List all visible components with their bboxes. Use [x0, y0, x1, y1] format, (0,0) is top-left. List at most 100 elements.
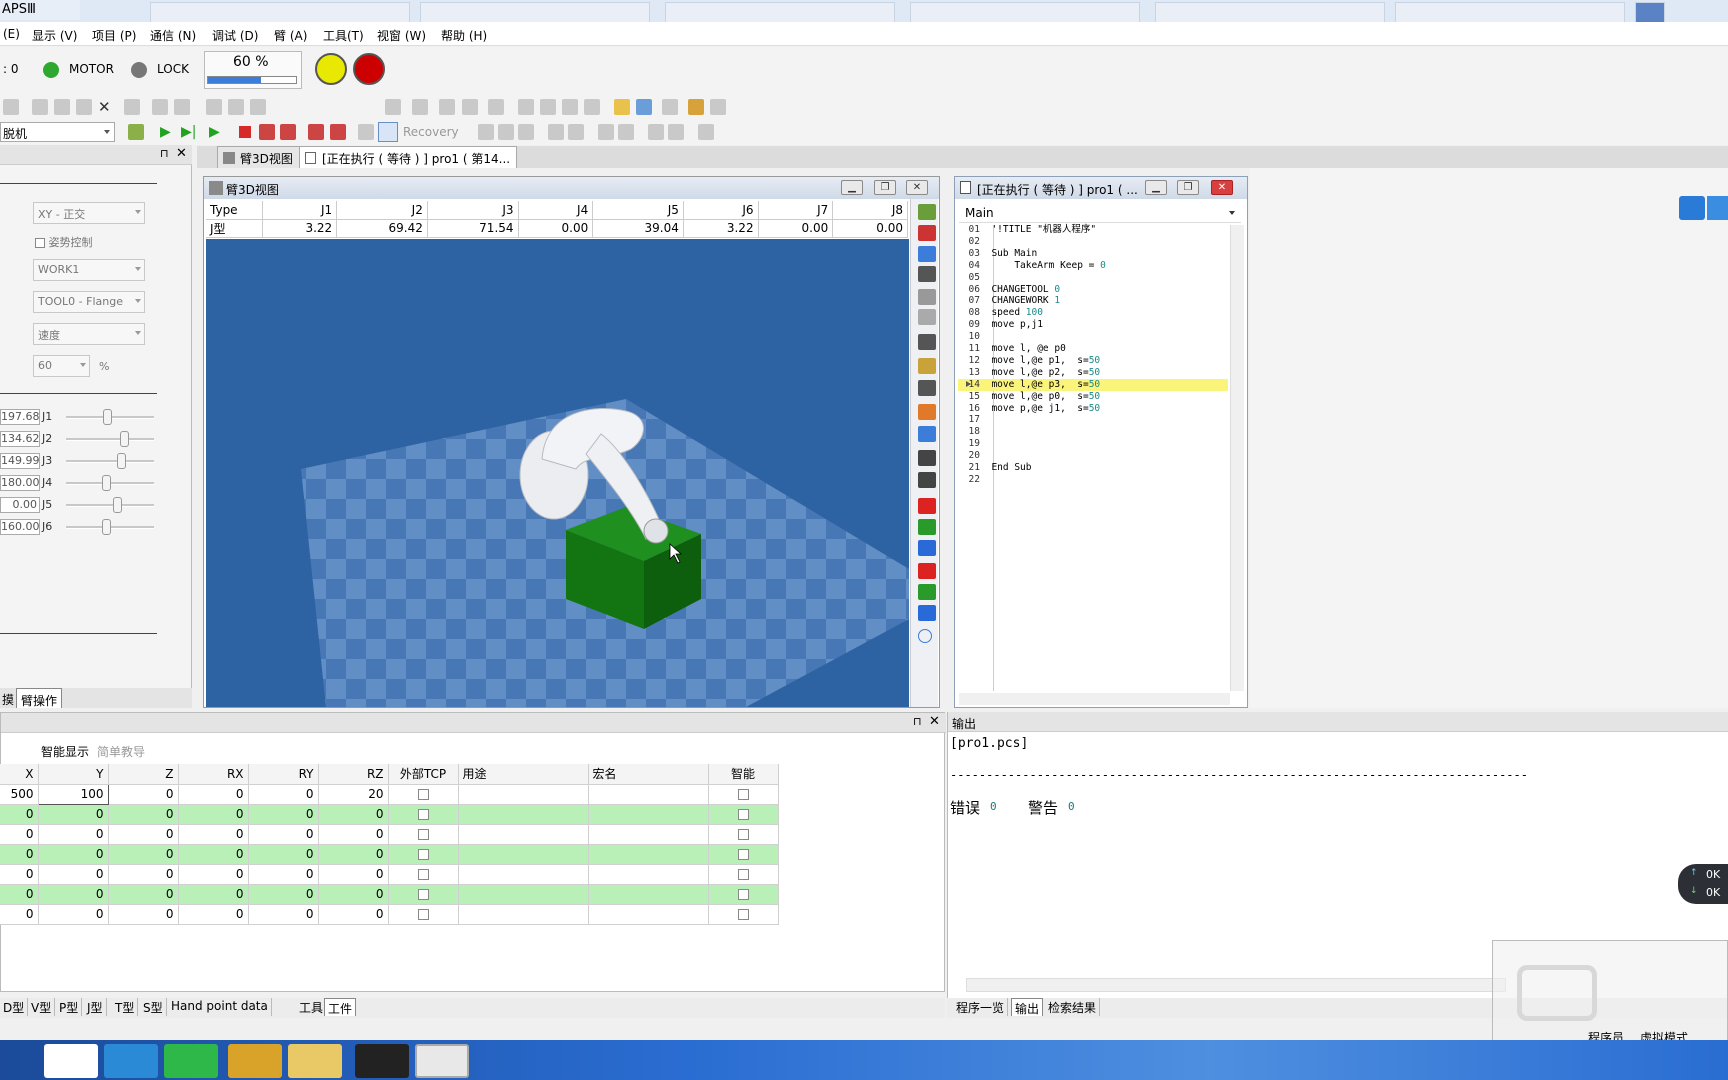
grid-cell[interactable]: 0 — [0, 864, 39, 885]
copy-icon[interactable] — [54, 99, 70, 115]
browser-tab[interactable] — [420, 2, 650, 22]
bookmark-icon[interactable] — [518, 99, 534, 115]
smart-checkbox[interactable] — [737, 849, 749, 860]
grid-cell[interactable] — [588, 864, 709, 885]
horizontal-scrollbar[interactable] — [959, 693, 1230, 705]
grid-cell[interactable]: 0 — [108, 864, 179, 885]
minimize-button[interactable]: ▁ — [1145, 180, 1167, 195]
grid-cell[interactable]: 0 — [108, 884, 179, 905]
grid-cell[interactable]: 0 — [178, 864, 249, 885]
smart-checkbox[interactable] — [737, 789, 749, 800]
build-icon[interactable] — [250, 99, 266, 115]
grid-row[interactable]: 000000 — [0, 884, 779, 905]
close-button[interactable]: ✕ — [1211, 180, 1233, 195]
pan-icon[interactable] — [918, 266, 936, 282]
redo-icon[interactable] — [174, 99, 190, 115]
grid-cell[interactable] — [458, 884, 589, 905]
work-select[interactable]: WORK1 — [33, 259, 145, 281]
recovery-icon[interactable] — [378, 122, 398, 142]
speed-value-select[interactable]: 60 — [33, 355, 90, 377]
grid-header-cell[interactable]: 宏名 — [588, 764, 709, 785]
screen-recorder-icon[interactable] — [355, 1044, 409, 1078]
grid-row[interactable]: 000000 — [0, 804, 779, 825]
grid-cell[interactable]: 0 — [248, 904, 319, 925]
posture-control-checkbox[interactable]: 姿势控制 — [35, 234, 93, 250]
slider-track[interactable] — [66, 460, 154, 463]
code-line[interactable]: 11 move l, @e p0 — [958, 343, 1228, 355]
snapshot-icon[interactable] — [918, 334, 936, 350]
smart-checkbox[interactable] — [737, 909, 749, 920]
grid-cell[interactable] — [588, 784, 709, 805]
yellow-lamp-icon[interactable] — [315, 53, 347, 85]
red-lamp-icon[interactable] — [353, 53, 385, 85]
side-widget[interactable] — [1707, 196, 1728, 220]
grid-cell[interactable]: 0 — [248, 824, 319, 845]
horizontal-scrollbar[interactable] — [966, 978, 1506, 992]
grid-cell[interactable] — [458, 804, 589, 825]
grid-row[interactable]: 000000 — [0, 824, 779, 845]
wechat-icon[interactable] — [164, 1044, 218, 1078]
code-line[interactable]: 08 speed 100 — [958, 307, 1228, 319]
grid-cell[interactable] — [458, 864, 589, 885]
grid-row[interactable]: 000000 — [0, 904, 779, 925]
grid-cell[interactable]: 0 — [318, 884, 389, 905]
grid-cell[interactable] — [458, 784, 589, 805]
code-line[interactable]: 09 move p,j1 — [958, 319, 1228, 331]
step-over-icon[interactable] — [259, 124, 275, 140]
joint-slider-j1[interactable]: 197.68 J1 — [0, 407, 160, 427]
menu-arm[interactable]: 臂 (A) — [274, 27, 307, 44]
slider-knob[interactable] — [116, 453, 126, 469]
uncomment-icon[interactable] — [488, 99, 504, 115]
tool-icon-h[interactable] — [648, 124, 664, 140]
close-icon[interactable]: ✕ — [176, 146, 187, 161]
code-line[interactable]: 02 — [958, 236, 1228, 248]
tab-arm3d[interactable]: 臂3D视图 — [217, 146, 307, 168]
z-plus-icon[interactable] — [918, 540, 936, 556]
tool-select[interactable]: TOOL0 - Flange — [33, 291, 145, 313]
code-line[interactable]: 01 '!TITLE "机器人程序" — [958, 224, 1228, 236]
slider-knob[interactable] — [113, 497, 123, 513]
grid-header-cell[interactable]: 智能 — [708, 764, 779, 785]
fanuc-app-icon[interactable] — [228, 1044, 282, 1078]
indent-icon[interactable] — [385, 99, 401, 115]
external-tcp-checkbox[interactable] — [417, 889, 429, 900]
grid-cell[interactable]: 0 — [38, 904, 109, 925]
grid-cell[interactable]: 0 — [108, 784, 179, 805]
grid-cell[interactable]: 0 — [38, 824, 109, 845]
joint-value[interactable]: 160.00 — [0, 519, 40, 535]
tab-4[interactable]: T型 — [112, 998, 139, 1016]
browser-tab[interactable] — [910, 2, 1140, 22]
table-icon[interactable] — [636, 99, 652, 115]
edge-browser-icon[interactable] — [104, 1044, 158, 1078]
comment-icon[interactable] — [462, 99, 478, 115]
joint-value[interactable]: 197.68 — [0, 409, 40, 425]
code-line[interactable]: 06 CHANGETOOL 0 — [958, 284, 1228, 296]
joint-value[interactable]: 149.99 — [0, 453, 40, 469]
slider-track[interactable] — [66, 438, 154, 441]
tool-icon-e[interactable] — [568, 124, 584, 140]
tool-icon-i[interactable] — [668, 124, 684, 140]
tab-6[interactable]: Hand point data — [168, 998, 272, 1016]
grid-cell[interactable]: 0 — [178, 844, 249, 865]
code-line[interactable]: 16 move p,@e j1, s=50 — [958, 403, 1228, 415]
grid-cell[interactable]: 0 — [108, 904, 179, 925]
external-tcp-checkbox[interactable] — [417, 869, 429, 880]
restore-button[interactable]: ❐ — [1177, 180, 1199, 195]
joint-value[interactable]: 134.62 — [0, 431, 40, 447]
grid-cell[interactable] — [588, 804, 709, 825]
paste-icon[interactable] — [76, 99, 92, 115]
pin-icon[interactable]: ⊓ — [913, 715, 922, 728]
grid-cell[interactable]: 0 — [318, 824, 389, 845]
tool-icon-b[interactable] — [498, 124, 514, 140]
grid-cell[interactable]: 0 — [178, 884, 249, 905]
menu-project[interactable]: 项目 (P) — [92, 27, 136, 44]
tab-7[interactable]: 工具 — [296, 998, 328, 1016]
code-line[interactable]: 04 TakeArm Keep = 0 — [958, 260, 1228, 272]
grid-cell[interactable]: 0 — [318, 844, 389, 865]
pin-icon[interactable]: ⊓ — [160, 147, 169, 160]
grid-header-cell[interactable]: RX — [178, 764, 249, 785]
grid-cell[interactable]: 0 — [318, 904, 389, 925]
y-axis-icon[interactable] — [918, 584, 936, 600]
joint-slider-j2[interactable]: 134.62 J2 — [0, 429, 160, 449]
grid-cell[interactable]: 0 — [318, 804, 389, 825]
